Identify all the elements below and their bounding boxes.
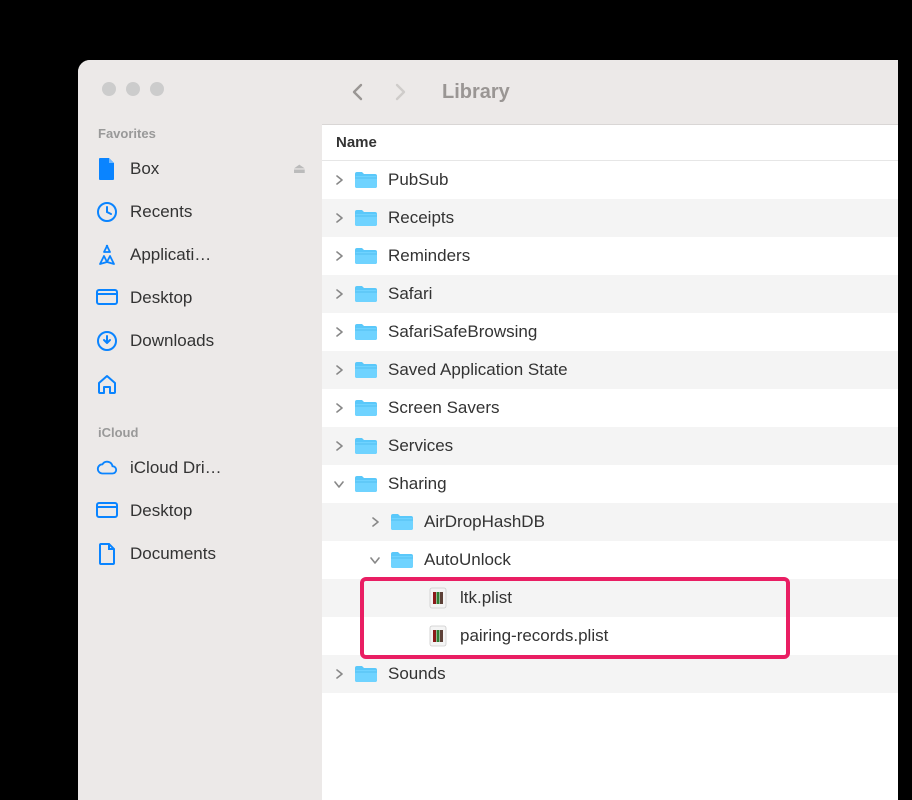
sidebar-item-label: iCloud Dri… — [130, 458, 306, 478]
back-button[interactable] — [340, 76, 376, 108]
chevron-right-icon[interactable] — [334, 669, 350, 679]
sidebar-item-label: Desktop — [130, 501, 306, 521]
sidebar-section-label: Favorites — [78, 126, 322, 147]
chevron-right-icon[interactable] — [334, 403, 350, 413]
folder-icon — [354, 360, 378, 380]
sidebar-item[interactable]: Recents — [78, 190, 322, 233]
minimize-icon[interactable] — [126, 82, 140, 96]
file-name: PubSub — [388, 170, 449, 190]
sidebar-section-label: iCloud — [78, 425, 322, 446]
docoutline-icon — [96, 543, 118, 565]
file-row[interactable]: AutoUnlock — [322, 541, 898, 579]
file-row[interactable]: Reminders — [322, 237, 898, 275]
chevron-right-icon[interactable] — [334, 175, 350, 185]
chevron-right-icon[interactable] — [334, 251, 350, 261]
download-icon — [96, 330, 118, 352]
file-name: Receipts — [388, 208, 454, 228]
file-row[interactable]: AirDropHashDB — [322, 503, 898, 541]
disclosure-spacer — [406, 591, 422, 606]
zoom-icon[interactable] — [150, 82, 164, 96]
chevron-down-icon[interactable] — [370, 555, 386, 565]
chevron-right-icon[interactable] — [334, 365, 350, 375]
file-row[interactable]: Services — [322, 427, 898, 465]
finder-window: Favorites Box ⏏ Recents Applicati… Desktop Dow… — [78, 60, 898, 800]
desktop-icon — [96, 500, 118, 522]
chevron-right-icon[interactable] — [334, 327, 350, 337]
folder-icon — [354, 436, 378, 456]
desktop-icon — [96, 287, 118, 309]
sidebar-item-label: Downloads — [130, 331, 306, 351]
sidebar-item[interactable]: Applicati… — [78, 233, 322, 276]
file-name: SafariSafeBrowsing — [388, 322, 537, 342]
toolbar: Library — [322, 60, 898, 125]
file-row[interactable]: SafariSafeBrowsing — [322, 313, 898, 351]
sidebar-item[interactable] — [78, 362, 322, 405]
file-row[interactable]: ltk.plist — [322, 579, 898, 617]
file-name: AirDropHashDB — [424, 512, 545, 532]
folder-icon — [354, 284, 378, 304]
file-row[interactable]: PubSub — [322, 161, 898, 199]
folder-icon — [354, 664, 378, 684]
file-row[interactable]: Receipts — [322, 199, 898, 237]
sidebar-item[interactable]: Desktop — [78, 276, 322, 319]
sidebar-item[interactable]: iCloud Dri… — [78, 446, 322, 489]
sidebar-item-label: Desktop — [130, 288, 306, 308]
file-name: Sharing — [388, 474, 447, 494]
sidebar-item-label: Applicati… — [130, 245, 306, 265]
column-header-name[interactable]: Name — [322, 125, 898, 161]
file-row[interactable]: Sharing — [322, 465, 898, 503]
sidebar-item[interactable]: Box ⏏ — [78, 147, 322, 190]
file-name: Services — [388, 436, 453, 456]
file-name: Screen Savers — [388, 398, 500, 418]
file-name: ltk.plist — [460, 588, 512, 608]
file-row[interactable]: Screen Savers — [322, 389, 898, 427]
chevron-right-icon[interactable] — [334, 289, 350, 299]
home-icon — [96, 373, 118, 395]
file-row[interactable]: Sounds — [322, 655, 898, 693]
file-name: Saved Application State — [388, 360, 568, 380]
plist-file-icon — [426, 587, 450, 609]
folder-icon — [354, 322, 378, 342]
file-list[interactable]: PubSub Receipts Reminders Safari SafariSafeB… — [322, 161, 898, 800]
file-row[interactable]: Saved Application State — [322, 351, 898, 389]
folder-icon — [354, 208, 378, 228]
disclosure-spacer — [406, 629, 422, 644]
folder-icon — [354, 246, 378, 266]
chevron-right-icon[interactable] — [334, 441, 350, 451]
doc-icon — [96, 158, 118, 180]
eject-icon[interactable]: ⏏ — [293, 160, 306, 177]
sidebar: Favorites Box ⏏ Recents Applicati… Desktop Dow… — [78, 60, 322, 800]
main-pane: Library Name PubSub Receipts Reminders Safa… — [322, 60, 898, 800]
file-row[interactable]: Safari — [322, 275, 898, 313]
chevron-right-icon[interactable] — [334, 213, 350, 223]
plist-file-icon — [426, 625, 450, 647]
clock-icon — [96, 201, 118, 223]
sidebar-item[interactable]: Documents — [78, 532, 322, 575]
file-name: AutoUnlock — [424, 550, 511, 570]
file-name: pairing-records.plist — [460, 626, 608, 646]
file-name: Sounds — [388, 664, 446, 684]
file-row[interactable]: pairing-records.plist — [322, 617, 898, 655]
traffic-lights[interactable] — [78, 82, 322, 96]
folder-icon — [354, 170, 378, 190]
sidebar-item-label: Box — [130, 159, 281, 179]
sidebar-item-label: Documents — [130, 544, 306, 564]
app-icon — [96, 244, 118, 266]
file-name: Reminders — [388, 246, 470, 266]
folder-icon — [354, 398, 378, 418]
sidebar-item-label: Recents — [130, 202, 306, 222]
folder-icon — [354, 474, 378, 494]
file-name: Safari — [388, 284, 432, 304]
forward-button[interactable] — [382, 76, 418, 108]
folder-icon — [390, 512, 414, 532]
chevron-down-icon[interactable] — [334, 479, 350, 489]
sidebar-item[interactable]: Downloads — [78, 319, 322, 362]
cloud-icon — [96, 457, 118, 479]
close-icon[interactable] — [102, 82, 116, 96]
window-title: Library — [442, 81, 510, 104]
folder-icon — [390, 550, 414, 570]
sidebar-item[interactable]: Desktop — [78, 489, 322, 532]
chevron-right-icon[interactable] — [370, 517, 386, 527]
